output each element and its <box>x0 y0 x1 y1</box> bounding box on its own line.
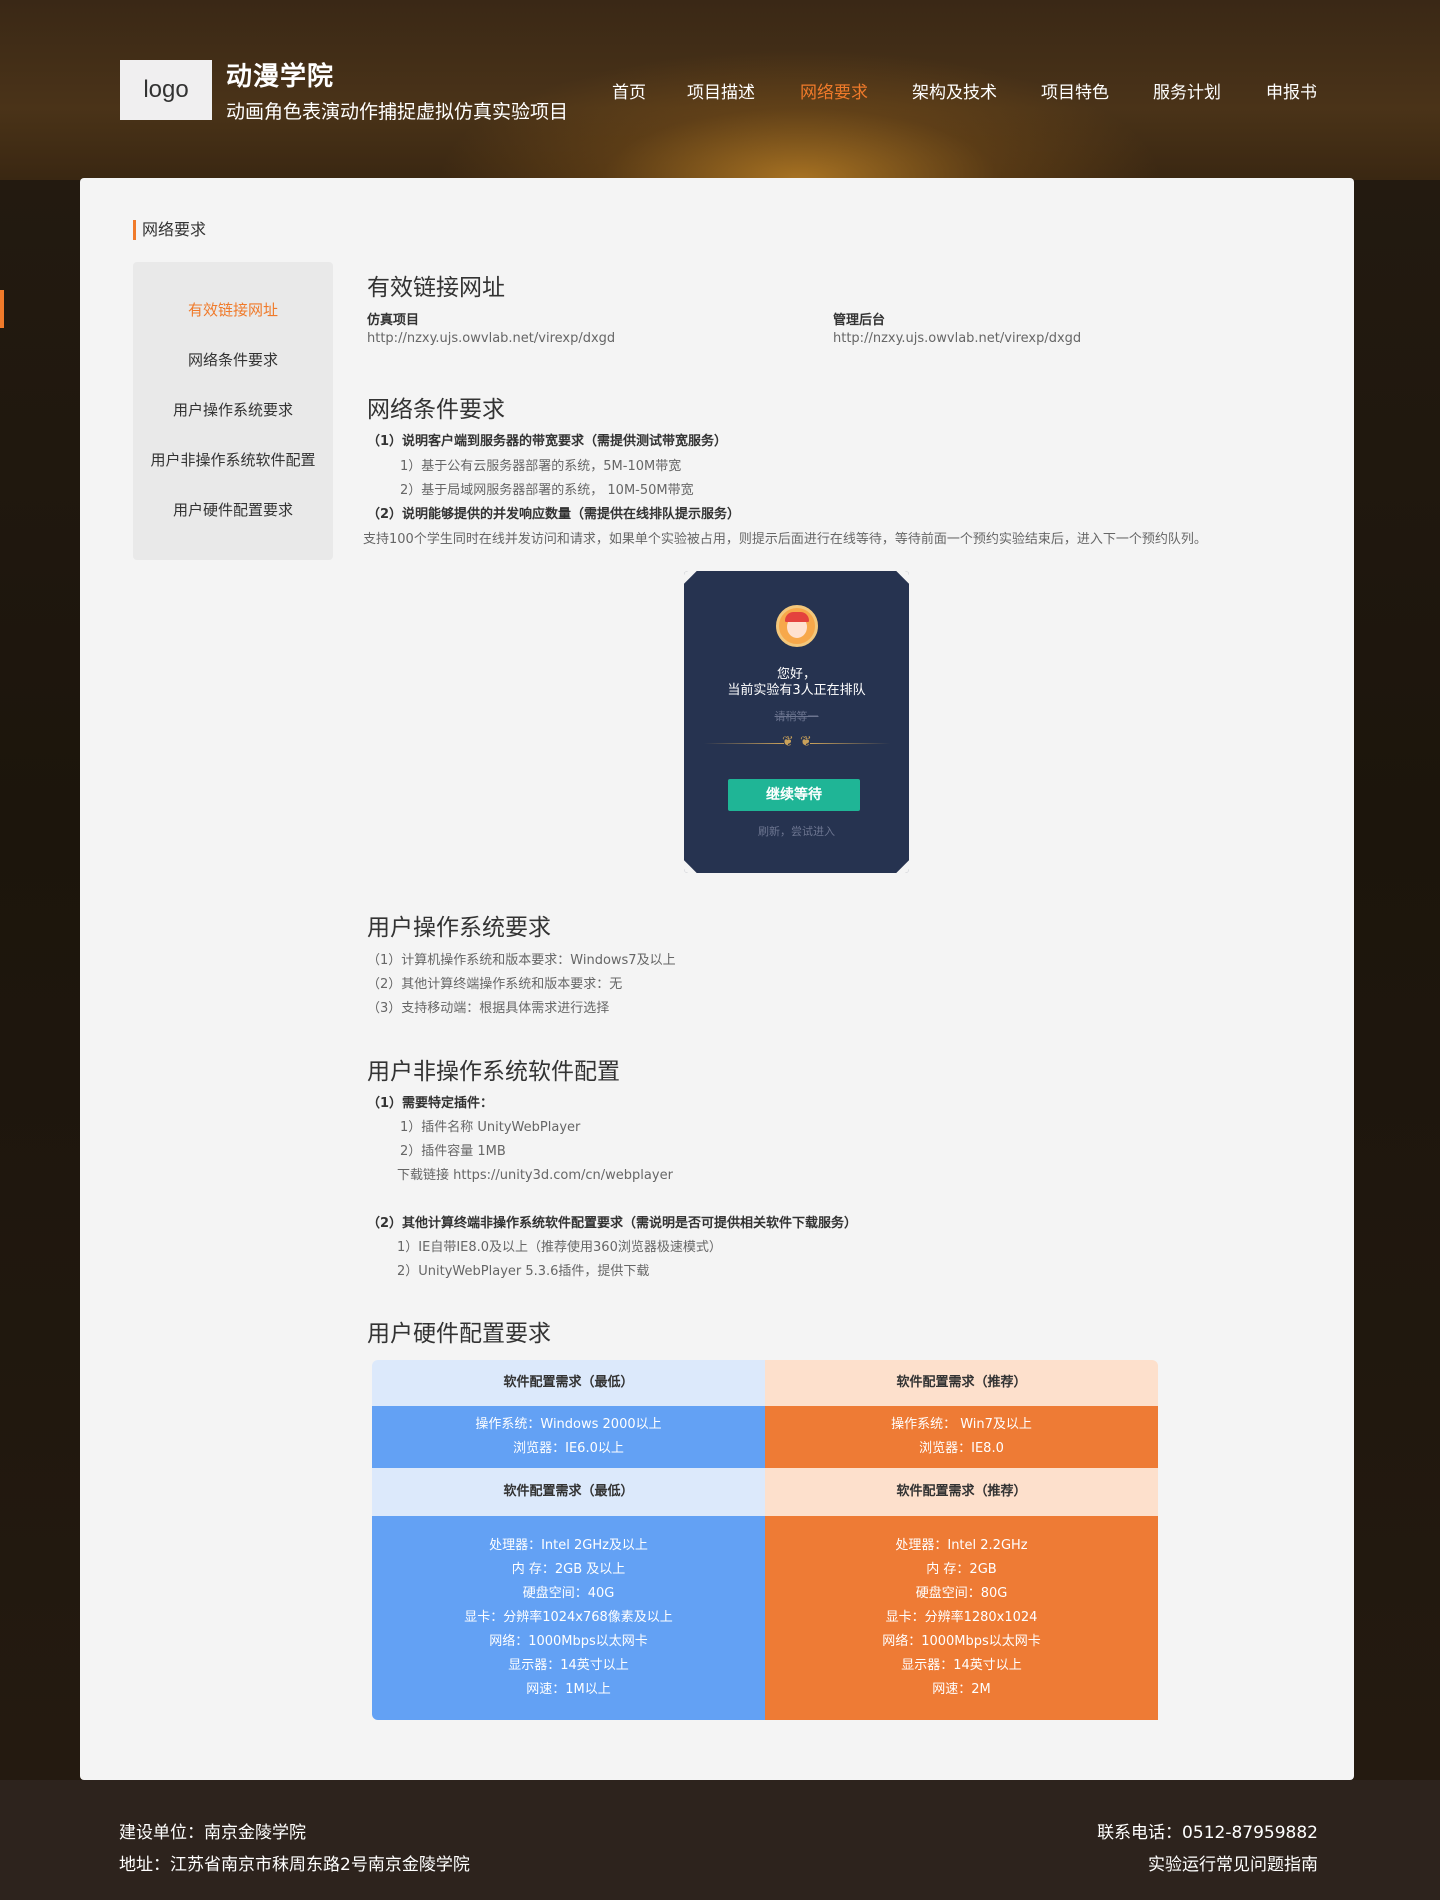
sidebar-item-hardware[interactable]: 用户硬件配置要求 <box>133 490 333 530</box>
network-q1-a: 1）基于公有云服务器部署的系统，5M-10M带宽 <box>400 459 682 474</box>
popup-corner <box>684 571 697 584</box>
table-cell-line: 显示器：14英寸以上 <box>508 1658 629 1673</box>
network-q1: （1）说明客户端到服务器的带宽要求（需提供测试带宽服务） <box>367 434 728 449</box>
table-cell-line: 显示器：14英寸以上 <box>901 1658 1022 1673</box>
table-cell-line: 内 存：2GB 及以上 <box>511 1562 626 1577</box>
table-header-min-2: 软件配置需求（最低） <box>372 1468 765 1516</box>
table-cell-line: 网速：2M <box>932 1682 991 1697</box>
ornament-line-right <box>810 743 890 744</box>
admin-label: 管理后台 <box>833 313 886 328</box>
network-heading: 网络条件要求 <box>367 397 505 423</box>
nav-application[interactable]: 申报书 <box>1266 78 1317 103</box>
avatar-hair <box>785 612 809 622</box>
table-cell-line: 处理器：Intel 2GHz及以上 <box>489 1538 648 1553</box>
continue-waiting-button[interactable]: 继续等待 <box>728 779 860 811</box>
table-cell-line: 硬盘空间：40G <box>522 1586 615 1601</box>
table-cell-line: 网络：1000Mbps以太网卡 <box>489 1634 648 1649</box>
table-cell-line: 浏览器：IE6.0以上 <box>513 1441 624 1456</box>
table-body-min-2: 处理器：Intel 2GHz及以上 内 存：2GB 及以上 硬盘空间：40G 显… <box>372 1516 765 1720</box>
software-q1-a: 1）插件名称 UnityWebPlayer <box>400 1120 581 1135</box>
user-avatar-icon <box>776 605 818 647</box>
popup-message: 当前实验有3人正在排队 <box>727 683 866 698</box>
software-q1: （1）需要特定插件： <box>367 1096 494 1111</box>
table-cell-line: 内 存：2GB <box>926 1562 997 1577</box>
table-cell-line: 显卡：分辨率1280x1024 <box>885 1610 1038 1625</box>
sim-url-link[interactable]: http://nzxy.ujs.owvlab.net/virexp/dxgd <box>367 331 615 346</box>
ornament-icon: ❦ <box>782 734 794 750</box>
os-line-2: （2）其他计算终端操作系统和版本要求：无 <box>367 977 623 992</box>
footer-phone: 联系电话：0512-87959882 <box>1097 1823 1318 1843</box>
network-q2-text: 支持100个学生同时在线并发访问和请求，如果单个实验被占用，则提示后面进行在线等… <box>363 532 1207 547</box>
table-cell-line: 浏览器：IE8.0 <box>919 1441 1004 1456</box>
nav-service-plan[interactable]: 服务计划 <box>1153 78 1221 103</box>
software-heading: 用户非操作系统软件配置 <box>367 1059 620 1085</box>
header-text: 软件配置需求（推荐） <box>896 1375 1027 1390</box>
popup-waiting: 请稍等一 <box>774 710 819 723</box>
table-cell-line: 显卡：分辨率1024x768像素及以上 <box>464 1610 673 1625</box>
table-cell-line: 网络：1000Mbps以太网卡 <box>882 1634 1041 1649</box>
hardware-table: 软件配置需求（最低） 软件配置需求（推荐） 操作系统：Windows 2000以… <box>372 1360 1158 1720</box>
table-body-rec-1: 操作系统： Win7及以上 浏览器：IE8.0 <box>765 1406 1158 1468</box>
hardware-heading: 用户硬件配置要求 <box>367 1321 551 1347</box>
site-footer: 建设单位：南京金陵学院 地址：江苏省南京市秣周东路2号南京金陵学院 联系电话：0… <box>0 1780 1440 1900</box>
table-cell-line: 网速：1M以上 <box>526 1682 611 1697</box>
software-q2-b: 2）UnityWebPlayer 5.3.6插件，提供下载 <box>397 1264 650 1279</box>
software-q2-a: 1）IE自带IE8.0及以上（推荐使用360浏览器极速模式） <box>397 1240 722 1255</box>
table-cell-line: 硬盘空间：80G <box>915 1586 1008 1601</box>
sidebar: 有效链接网址 网络条件要求 用户操作系统要求 用户非操作系统软件配置 用户硬件配… <box>133 262 333 560</box>
software-q1-b: 2）插件容量 1MB <box>400 1144 506 1159</box>
links-heading: 有效链接网址 <box>367 275 505 301</box>
sidebar-item-valid-links[interactable]: 有效链接网址 <box>133 290 333 330</box>
header-text: 软件配置需求（推荐） <box>896 1484 1027 1499</box>
footer-address: 地址：江苏省南京市秣周东路2号南京金陵学院 <box>119 1855 470 1875</box>
network-q2: （2）说明能够提供的并发响应数量（需提供在线排队提示服务） <box>367 507 741 522</box>
sidebar-item-network[interactable]: 网络条件要求 <box>133 340 333 380</box>
table-body-min-1: 操作系统：Windows 2000以上 浏览器：IE6.0以上 <box>372 1406 765 1468</box>
nav-architecture[interactable]: 架构及技术 <box>912 78 997 103</box>
table-cell-line: 处理器：Intel 2.2GHz <box>895 1538 1028 1553</box>
table-header-min-1: 软件配置需求（最低） <box>372 1360 765 1406</box>
table-cell-line: 操作系统：Windows 2000以上 <box>475 1417 662 1432</box>
table-cell-line: 操作系统： Win7及以上 <box>891 1417 1032 1432</box>
table-header-rec-1: 软件配置需求（推荐） <box>765 1360 1158 1406</box>
queue-popup: 您好， 当前实验有3人正在排队 请稍等一 ❦ ❦ 继续等待 刷新，尝试进入 <box>684 571 909 873</box>
main-nav: 首页 项目描述 网络要求 架构及技术 项目特色 服务计划 申报书 <box>0 78 1440 103</box>
network-q1-b: 2）基于局域网服务器部署的系统， 10M-50M带宽 <box>400 483 694 498</box>
os-line-3: （3）支持移动端：根据具体需求进行选择 <box>367 1001 610 1016</box>
os-heading: 用户操作系统要求 <box>367 915 551 941</box>
footer-faq-link[interactable]: 实验运行常见问题指南 <box>1148 1850 1318 1875</box>
ornament-line-left <box>704 743 784 744</box>
nav-project-description[interactable]: 项目描述 <box>687 78 755 103</box>
header-text: 软件配置需求（最低） <box>503 1375 634 1390</box>
software-q2: （2）其他计算终端非操作系统软件配置要求（需说明是否可提供相关软件下载服务） <box>367 1216 858 1231</box>
software-download-link[interactable]: 下载链接 https://unity3d.com/cn/webplayer <box>397 1164 673 1183</box>
table-header-rec-2: 软件配置需求（推荐） <box>765 1468 1158 1516</box>
nav-home[interactable]: 首页 <box>612 78 646 103</box>
popup-corner <box>684 860 697 873</box>
admin-url-link[interactable]: http://nzxy.ujs.owvlab.net/virexp/dxgd <box>833 331 1081 346</box>
section-title: 网络要求 <box>133 220 206 240</box>
sidebar-item-os[interactable]: 用户操作系统要求 <box>133 390 333 430</box>
os-line-1: （1）计算机操作系统和版本要求：Windows7及以上 <box>367 953 676 968</box>
refresh-link[interactable]: 刷新，尝试进入 <box>684 823 909 839</box>
sidebar-active-marker <box>0 290 4 328</box>
table-body-rec-2: 处理器：Intel 2.2GHz 内 存：2GB 硬盘空间：80G 显卡：分辨率… <box>765 1516 1158 1720</box>
footer-unit: 建设单位：南京金陵学院 <box>119 1823 306 1843</box>
nav-network-requirements[interactable]: 网络要求 <box>800 78 868 103</box>
site-header: logo 动漫学院 动画角色表演动作捕捉虚拟仿真实验项目 首页 项目描述 网络要… <box>0 0 1440 180</box>
popup-corner <box>896 571 909 584</box>
ornament-icon: ❦ <box>800 734 812 750</box>
header-text: 软件配置需求（最低） <box>503 1484 634 1499</box>
nav-project-features[interactable]: 项目特色 <box>1041 78 1109 103</box>
sidebar-item-software[interactable]: 用户非操作系统软件配置 <box>133 440 333 480</box>
popup-corner <box>896 860 909 873</box>
sim-label: 仿真项目 <box>367 313 420 328</box>
